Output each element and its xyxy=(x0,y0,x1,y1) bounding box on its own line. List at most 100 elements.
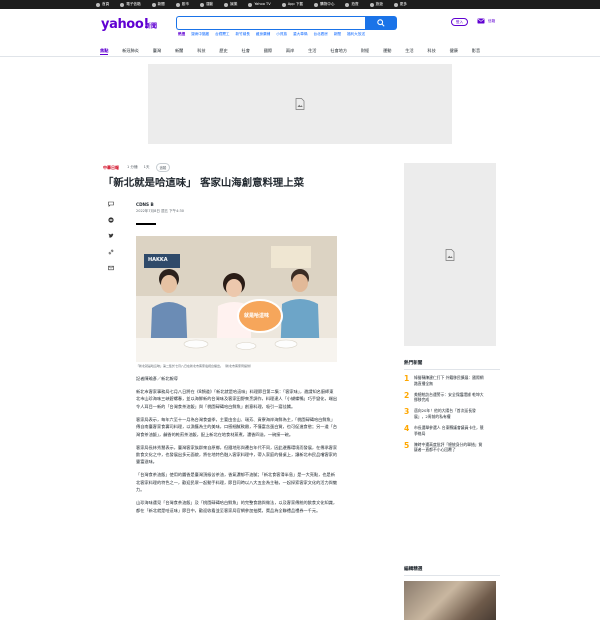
cooking-show-photo xyxy=(136,236,337,362)
search-input[interactable] xyxy=(176,16,366,30)
nav-tab[interactable]: 焦點 xyxy=(100,47,109,55)
topbar-link[interactable]: 首頁 xyxy=(96,0,109,9)
trending-link[interactable]: 台北看房 xyxy=(313,32,327,37)
trending-link[interactable]: 福利大放送 xyxy=(347,32,365,37)
image-placeholder-icon xyxy=(445,248,455,261)
topbar-link-label: 股市 xyxy=(181,2,189,6)
topbar-link[interactable]: 購物中心 xyxy=(314,0,334,9)
hot-news-title: 熱門新聞 xyxy=(404,360,500,370)
search-button[interactable] xyxy=(365,16,397,30)
article-title: 「新北就是哈這味」 客家山海創意料理上菜 xyxy=(103,177,305,189)
topbar-link[interactable]: 拍賣 xyxy=(345,0,359,9)
article-paragraph: 客家局表示，每年六至十一月為台灣食盛季，主要由金山、瑞芳、貢寮海岸海鮮為主，「桃… xyxy=(136,416,338,437)
topbar-link[interactable]: Yahoo TV xyxy=(248,0,271,9)
trending-link[interactable]: 台鐵罷工 xyxy=(215,32,229,37)
topbar-link[interactable]: 旅遊 xyxy=(369,0,383,9)
topbar-link-icon xyxy=(248,2,253,7)
editor-pick-image[interactable] xyxy=(404,581,496,620)
trending-link[interactable]: 新聞 xyxy=(334,32,341,37)
trending-link[interactable]: 藏身藥鋪 xyxy=(256,32,270,37)
nav-tab[interactable]: 生活 xyxy=(405,47,413,55)
nav-tab[interactable]: 歷史 xyxy=(219,47,227,55)
article-paragraph: 記者陳瑜彥／新北報導 xyxy=(136,376,178,381)
nav-tab[interactable]: 國際 xyxy=(264,47,272,55)
trending-searches: 熱搜 疑病中猶搬 台鐵罷工 新竹總長 藏身藥鋪 小資族 重大車禍 台北看房 新聞 福利大放送 xyxy=(178,32,371,37)
topbar-link[interactable]: 更多 xyxy=(393,0,407,9)
category-nav: 焦點 新冠肺炎 臺灣 新聞 科技 歷史 社會 國際 兩岸 生活 社會地方 財經 運動 生活 科技 健康 影音 xyxy=(0,45,600,57)
nav-tab[interactable]: 臺灣 xyxy=(153,47,161,55)
nav-tab[interactable]: 科技 xyxy=(427,47,435,55)
topbar-link-label: 旅遊 xyxy=(375,2,383,6)
yahoo-logo[interactable]: yahoo! xyxy=(101,17,149,32)
byline: CDNS B 2022年7月8日 週五 下午4:30 xyxy=(136,201,184,225)
read-time: 1 分鐘 xyxy=(127,165,138,169)
mail-label: 信箱 xyxy=(488,18,496,23)
comment-icon[interactable] xyxy=(108,201,114,207)
topbar-link-label: 購物中心 xyxy=(320,2,335,6)
byline-divider xyxy=(136,223,156,225)
trending-link[interactable]: 新竹總長 xyxy=(236,32,250,37)
hot-news-item[interactable]: 1 綠營稱陳建仁打下 外籍移民擴展：國際網路直播全無 xyxy=(404,374,500,386)
trending-label: 熱搜 xyxy=(178,32,186,36)
article-photo[interactable]: HAKKA 就是哈這味 xyxy=(136,236,337,362)
article-paragraph: 山珍海味遇見「台灣食茶油飯」及「桃園碌碡哈白鮮魚」的完整食譜與做法，以及客家傳統… xyxy=(136,500,338,513)
editor-picks-title: 編輯精選 xyxy=(404,566,500,576)
top-ad-placeholder xyxy=(148,64,452,144)
nav-tab[interactable]: 運動 xyxy=(383,47,391,55)
hot-news-rank: 4 xyxy=(404,424,410,434)
topbar-link[interactable]: App 下載 xyxy=(281,0,303,9)
nav-tab[interactable]: 社會 xyxy=(242,47,250,55)
topbar-link-label: Yahoo TV xyxy=(254,2,271,6)
trending-link[interactable]: 疑病中猶搬 xyxy=(191,32,209,37)
nav-tab[interactable]: 新冠肺炎 xyxy=(122,47,139,55)
topbar-link-label: 電子信箱 xyxy=(126,2,141,6)
trending-link[interactable]: 重大車禍 xyxy=(293,32,307,37)
nav-tab[interactable]: 生活 xyxy=(308,47,316,55)
line-share-icon[interactable] xyxy=(108,217,114,223)
follow-button[interactable]: 追蹤 xyxy=(155,163,171,172)
hot-news-headline: 邁向20年！他的大陽台「首次延長發展」，2周前的私有權 xyxy=(414,408,476,419)
nav-tab[interactable]: 健康 xyxy=(450,47,458,55)
hot-news-item[interactable]: 2 美總統訪台遇警示：安全保護證據 乾坤大挪移完成 xyxy=(404,390,500,403)
nav-tab[interactable]: 社會地方 xyxy=(330,47,347,55)
hot-news-rank: 5 xyxy=(404,440,410,450)
hot-news-item[interactable]: 4 市長選舉參選人 台東縣議會議員卡住，競爭格局 xyxy=(404,424,500,436)
login-button[interactable]: 登入 xyxy=(451,18,468,26)
nav-tab[interactable]: 兩岸 xyxy=(286,47,294,55)
topbar-link[interactable]: 電子信箱 xyxy=(120,0,141,9)
topbar-link[interactable]: 娛樂 xyxy=(224,0,237,9)
hot-news-headline: 綠營稱陳建仁打下 外籍移民擴展：國際網路直播全無 xyxy=(414,375,484,386)
source-logo[interactable]: 中華日報 xyxy=(103,165,119,171)
topbar-link-label: 拍賣 xyxy=(351,2,359,6)
topbar-link[interactable]: 運動 xyxy=(199,0,214,9)
topbar-link[interactable]: 新聞 xyxy=(151,0,165,9)
nav-tab[interactable]: 新聞 xyxy=(175,47,183,55)
logo-section-label[interactable]: 新聞 xyxy=(145,21,157,30)
email-share-icon[interactable] xyxy=(108,265,114,271)
nav-tab[interactable]: 財經 xyxy=(361,47,369,55)
topbar-link-label: 更多 xyxy=(399,2,407,6)
topbar-link-icon xyxy=(175,2,180,7)
nav-tab[interactable]: 科技 xyxy=(197,47,205,55)
nav-tab[interactable]: 影音 xyxy=(472,47,480,55)
hot-news-headline: 陳時中遭高度批評「總統身分的舉措」質疑者一直都不小心回覆了 xyxy=(414,441,483,453)
publish-date: 2022年7月8日 週五 下午4:30 xyxy=(136,209,184,213)
topbar-link[interactable]: 股市 xyxy=(175,0,189,9)
hot-news-rank: 1 xyxy=(404,374,410,383)
editor-picks-panel: 編輯精選 xyxy=(404,566,500,620)
article-paragraph: 「台灣食茶油飯」使用的醬香是臺灣頂級苦茶油，香氣濃郁不油膩；「新北食客滑半島」是… xyxy=(136,472,338,493)
trending-link[interactable]: 小資族 xyxy=(276,32,287,37)
topbar-link-label: 運動 xyxy=(205,2,214,6)
topbar-link-icon xyxy=(224,2,229,7)
article-header: 中華日報 1 分鐘 1天 追蹤 「新北就是哈這味」 客家山海創意料理上菜 xyxy=(103,163,383,190)
hot-news-item[interactable]: 3 邁向20年！他的大陽台「首次延長發展」，2周前的私有權 xyxy=(404,408,500,419)
search-icon xyxy=(377,19,385,27)
hot-news-rank: 2 xyxy=(404,390,410,400)
mail-link[interactable]: 信箱 xyxy=(477,18,495,24)
hot-news-headline: 美總統訪台遇警示：安全保護證據 乾坤大挪移完成 xyxy=(414,391,484,403)
twitter-share-icon[interactable] xyxy=(108,233,114,239)
hot-news-item[interactable]: 5 陳時中遭高度批評「總統身分的舉措」質疑者一直都不小心回覆了 xyxy=(404,440,500,453)
author-name[interactable]: CDNS B xyxy=(136,201,184,208)
topbar-link-icon xyxy=(199,2,204,7)
copy-link-icon[interactable] xyxy=(108,249,114,255)
